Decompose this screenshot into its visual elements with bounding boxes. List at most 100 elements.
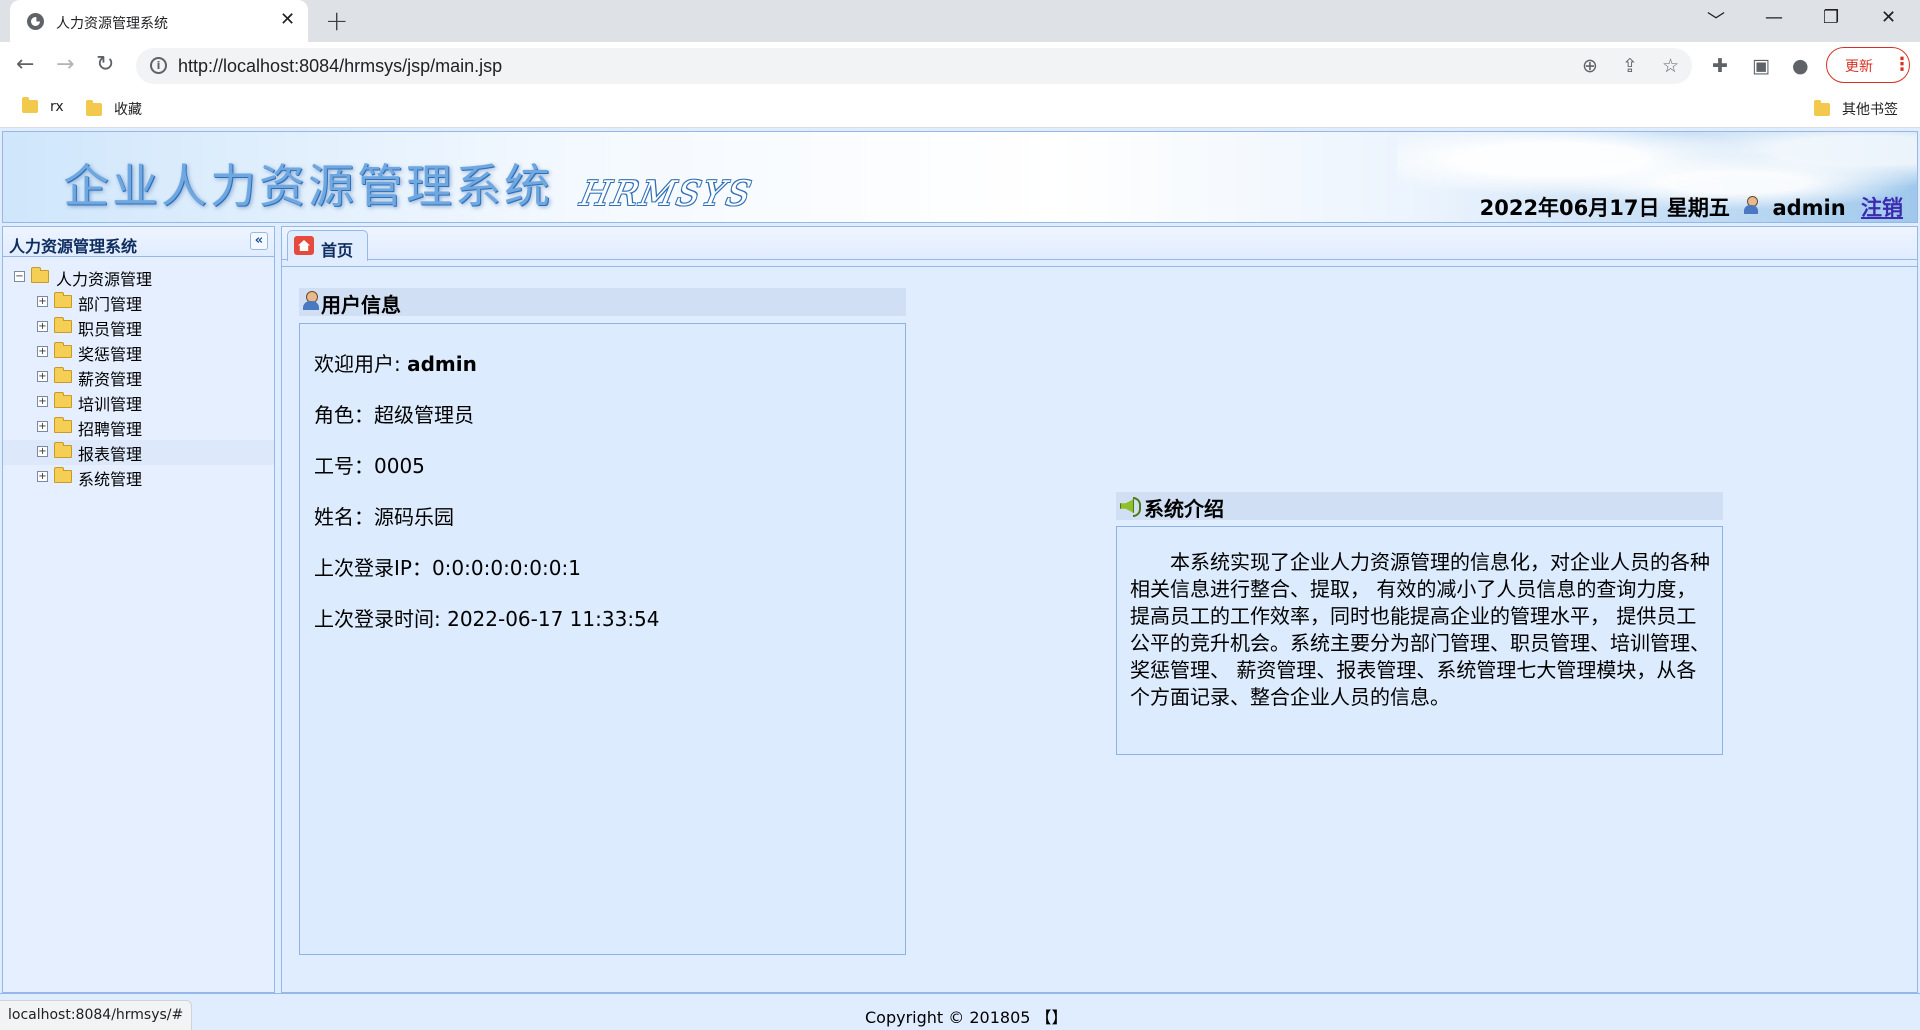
forward-icon[interactable]: →: [56, 52, 74, 77]
tab-search-icon[interactable]: ﹀: [1707, 7, 1725, 33]
sidebar-item[interactable]: + 系统管理: [3, 465, 274, 490]
folder-icon: [54, 442, 72, 458]
tab-home[interactable]: 首页: [287, 230, 368, 261]
intro-title: 系统介绍: [1116, 492, 1723, 521]
welcome-line: 欢迎用户: admin: [314, 348, 477, 377]
star-icon[interactable]: ☆: [1662, 55, 1679, 77]
url-text[interactable]: http://localhost:8084/hrmsys/jsp/main.js…: [178, 56, 502, 77]
sidebar-item[interactable]: + 职员管理: [3, 315, 274, 340]
new-tab-button[interactable]: +: [325, 4, 348, 37]
folder-icon: [54, 417, 72, 433]
current-user: admin: [1772, 196, 1846, 220]
intro-text: 本系统实现了企业人力资源管理的信息化，对企业人员的各种相关信息进行整合、提取， …: [1130, 550, 1710, 709]
app-window: 企业人力资源管理系统 HRMSYS 2022年06月17日 星期五 admin …: [0, 128, 1920, 1030]
footer: Copyright © 201805 【】: [0, 993, 1920, 1030]
folder-icon: [1814, 100, 1830, 116]
update-label: 更新: [1845, 59, 1873, 75]
side-panel-icon[interactable]: ▣: [1752, 55, 1770, 77]
last-ip-line: 上次登录IP：0:0:0:0:0:0:0:1: [314, 556, 581, 580]
user-bar: 2022年06月17日 星期五 admin 注销: [1480, 192, 1903, 222]
expand-node-icon[interactable]: +: [37, 296, 48, 307]
role-line: 角色：超级管理员: [314, 403, 474, 427]
sidebar-title: 人力资源管理系统: [9, 237, 138, 256]
sidebar-header: 人力资源管理系统 «: [3, 227, 274, 257]
sidebar-item[interactable]: + 培训管理: [3, 390, 274, 415]
bookmark-label: 收藏: [114, 102, 142, 118]
close-window-button[interactable]: ✕: [1881, 7, 1896, 28]
sidebar-item-label: 报表管理: [78, 445, 143, 464]
expand-node-icon[interactable]: +: [37, 396, 48, 407]
folder-icon: [54, 342, 72, 358]
tab-home-label: 首页: [321, 241, 354, 260]
tab-bar: 首页: [282, 227, 1917, 261]
globe-icon: [27, 13, 44, 30]
expand-node-icon[interactable]: +: [37, 421, 48, 432]
share-icon[interactable]: ⇪: [1622, 55, 1638, 77]
intro-title-text: 系统介绍: [1144, 497, 1224, 521]
status-url: localhost:8084/hrmsys/#: [0, 1000, 193, 1030]
address-bar[interactable]: i http://localhost:8084/hrmsys/jsp/main.…: [136, 48, 1692, 84]
open-folder-icon: [31, 267, 49, 283]
folder-icon: [54, 467, 72, 483]
reload-icon[interactable]: ↻: [96, 52, 114, 77]
home-icon: [294, 236, 314, 255]
sidebar-item-label: 部门管理: [78, 295, 143, 314]
collapse-button[interactable]: «: [250, 232, 268, 250]
folder-icon: [54, 292, 72, 308]
update-button[interactable]: 更新 ⋮: [1826, 47, 1911, 83]
tree-root-label: 人力资源管理: [56, 270, 153, 289]
minimize-button[interactable]: —: [1765, 7, 1783, 28]
sidebar-item[interactable]: + 薪资管理: [3, 365, 274, 390]
menu-dots-icon[interactable]: ⋮: [1893, 54, 1911, 75]
name-line: 姓名：源码乐园: [314, 505, 454, 529]
sidebar-item[interactable]: + 报表管理: [3, 440, 274, 465]
home-content: 用户信息 欢迎用户: admin 角色：超级管理员 工号：0005 姓名：源码乐…: [282, 266, 1917, 992]
user-info-title: 用户信息: [299, 288, 906, 317]
browser-tab[interactable]: 人力资源管理系统 ✕: [10, 0, 308, 42]
expand-node-icon[interactable]: +: [37, 346, 48, 357]
other-bookmarks[interactable]: 其他书签: [1814, 99, 1898, 119]
sidebar-item-label: 职员管理: [78, 320, 143, 339]
folder-icon: [54, 392, 72, 408]
collapse-node-icon[interactable]: −: [14, 271, 25, 282]
system-subtitle: HRMSYS: [576, 174, 757, 214]
restore-button[interactable]: ❐: [1823, 7, 1839, 28]
person-icon: [303, 291, 319, 310]
bookmark-favorites[interactable]: 收藏: [86, 99, 142, 119]
folder-icon: [54, 317, 72, 333]
header-banner: 企业人力资源管理系统 HRMSYS 2022年06月17日 星期五 admin …: [2, 131, 1918, 223]
browser-toolbar: ← → ↻ i http://localhost:8084/hrmsys/jsp…: [0, 42, 1920, 90]
system-title: 企业人力资源管理系统: [63, 159, 553, 213]
intro-box: 本系统实现了企业人力资源管理的信息化，对企业人员的各种相关信息进行整合、提取， …: [1116, 526, 1723, 755]
expand-node-icon[interactable]: +: [37, 371, 48, 382]
speaker-icon: [1118, 494, 1141, 517]
profile-icon[interactable]: ●: [1792, 55, 1809, 77]
expand-node-icon[interactable]: +: [37, 446, 48, 457]
back-icon[interactable]: ←: [16, 52, 34, 77]
current-date: 2022年06月17日 星期五: [1479, 196, 1730, 220]
extensions-icon[interactable]: ✚: [1712, 55, 1728, 77]
expand-node-icon[interactable]: +: [37, 471, 48, 482]
zoom-icon[interactable]: ⊕: [1582, 55, 1598, 77]
nav-tree: − 人力资源管理 + 部门管理 + 职员管理 + 奖惩管理 + 薪资管理 + 培训管理 + 招聘管理 +…: [3, 265, 274, 490]
sidebar-item-label: 薪资管理: [78, 370, 143, 389]
folder-icon: [54, 367, 72, 383]
employee-id-line: 工号：0005: [314, 454, 425, 478]
bookmark-rx[interactable]: rx: [22, 97, 64, 115]
tab-close-icon[interactable]: ✕: [280, 9, 295, 30]
bookmark-label: rx: [50, 99, 64, 115]
site-info-icon[interactable]: i: [150, 57, 167, 74]
bookmarks-bar: rx 收藏 其他书签: [0, 90, 1920, 128]
sidebar-item[interactable]: + 部门管理: [3, 290, 274, 315]
welcome-label: 欢迎用户:: [314, 352, 408, 376]
logout-link[interactable]: 注销: [1861, 196, 1903, 220]
sidebar-item-label: 奖惩管理: [78, 345, 143, 364]
tree-root[interactable]: − 人力资源管理: [3, 265, 274, 290]
sidebar-item[interactable]: + 奖惩管理: [3, 340, 274, 365]
sidebar-item-label: 招聘管理: [78, 420, 143, 439]
folder-icon: [22, 97, 38, 113]
expand-node-icon[interactable]: +: [37, 321, 48, 332]
sidebar-item[interactable]: + 招聘管理: [3, 415, 274, 440]
sidebar-item-label: 培训管理: [78, 395, 143, 414]
user-info-title-text: 用户信息: [321, 293, 401, 317]
